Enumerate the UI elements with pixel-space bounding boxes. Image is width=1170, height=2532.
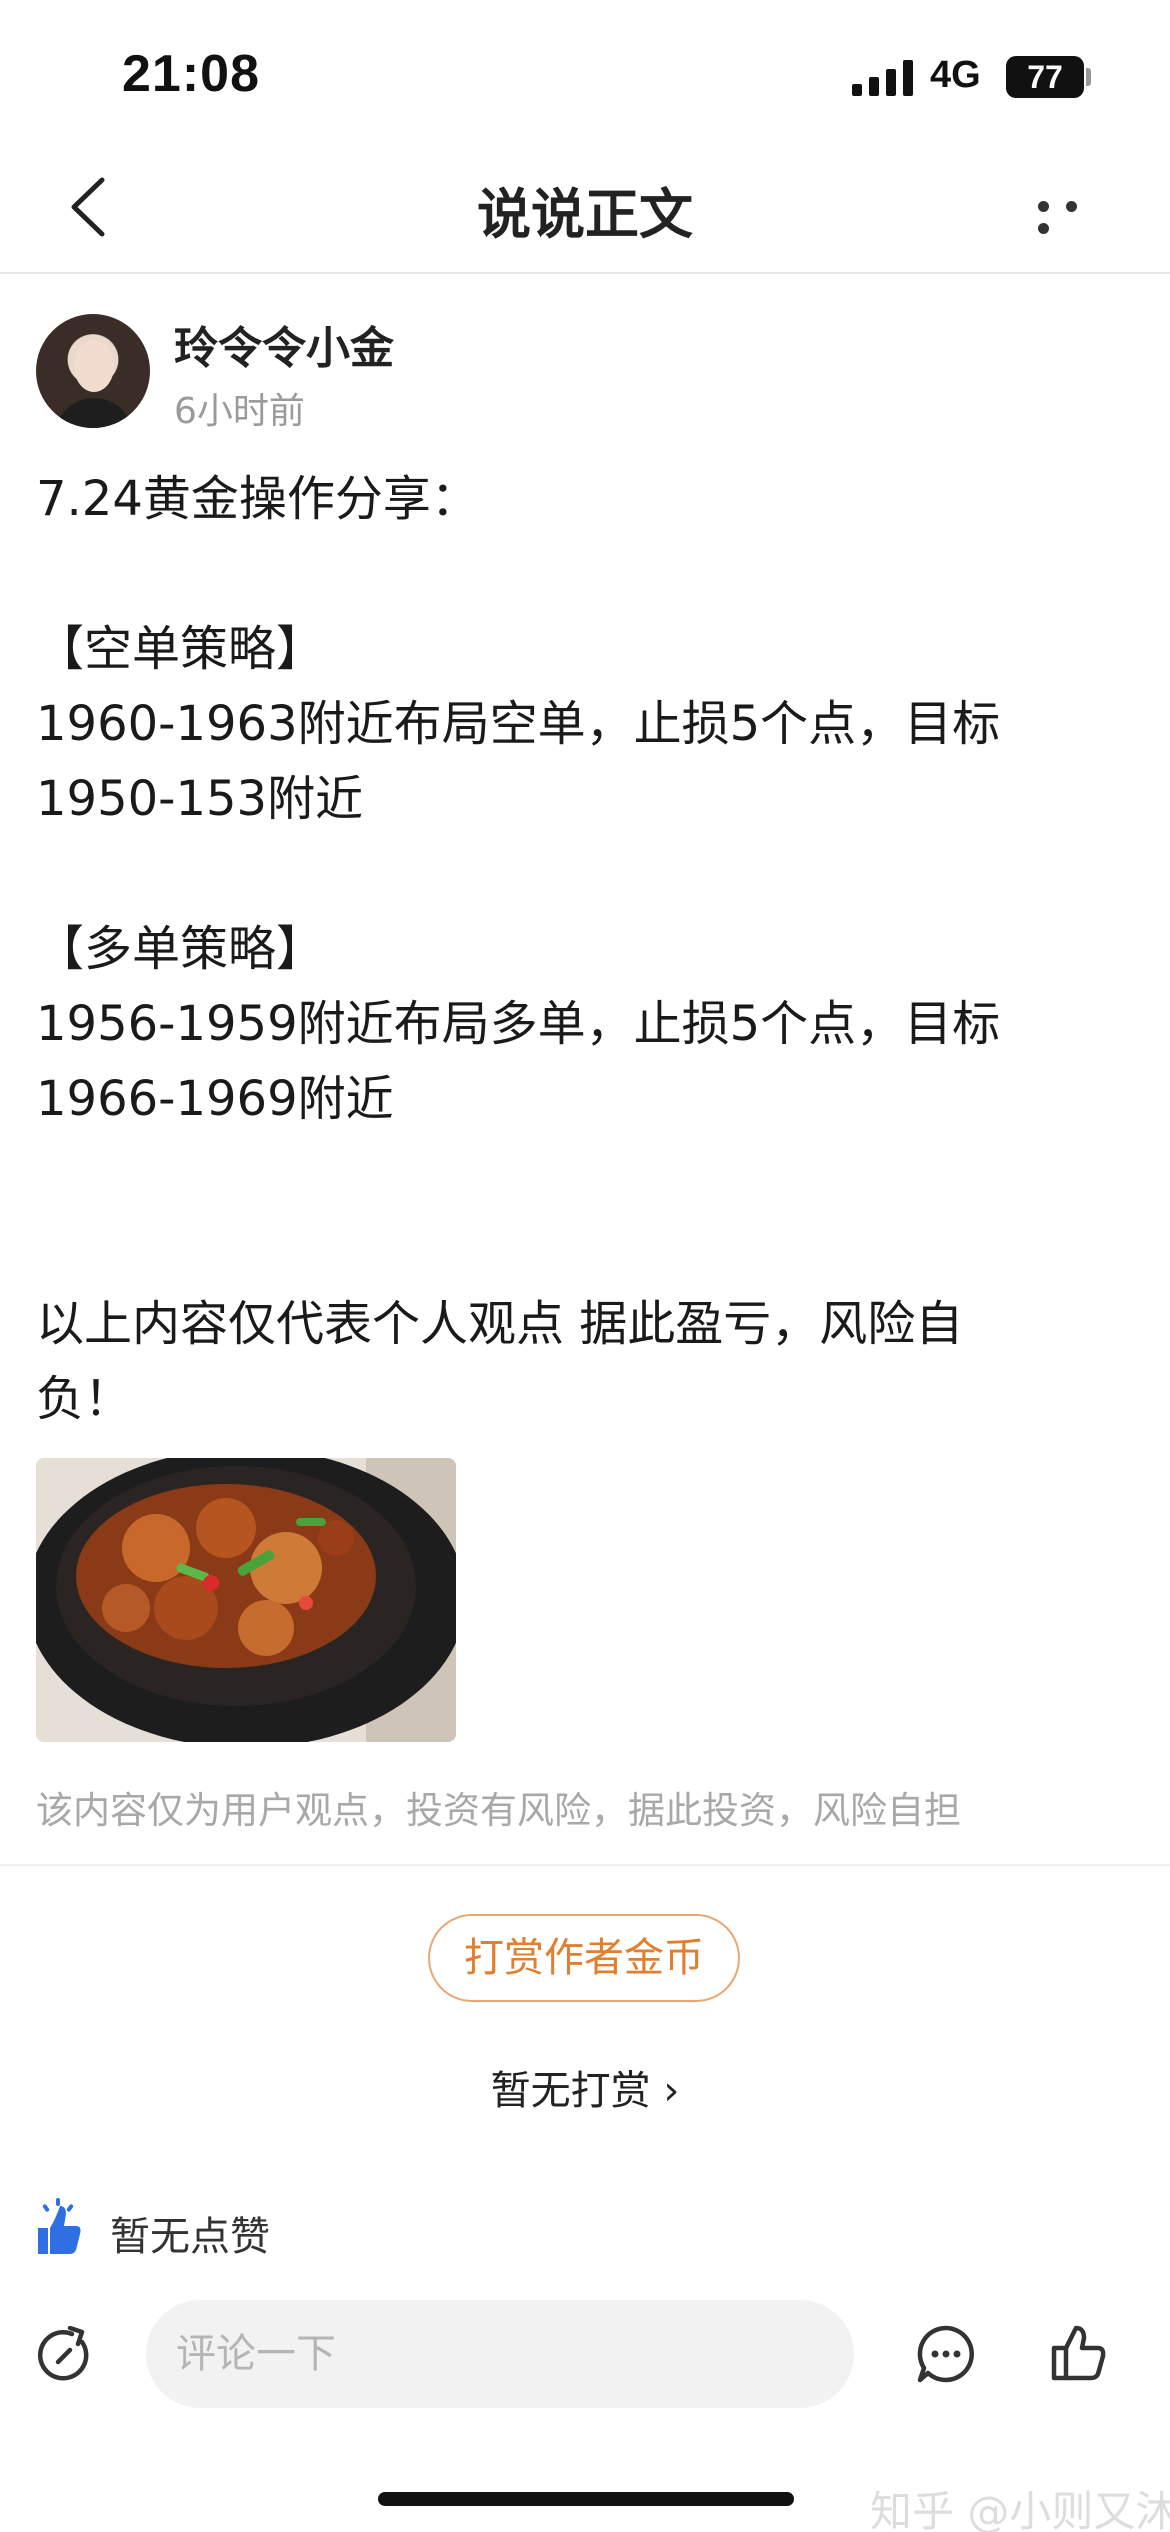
share-icon[interactable] xyxy=(36,2326,94,2384)
post-image[interactable] xyxy=(36,1458,456,1742)
network-label: 4G xyxy=(930,54,981,96)
page-title: 说说正文 xyxy=(477,183,693,246)
message-icon[interactable] xyxy=(916,2324,976,2384)
post-line: 1966-1969附近 xyxy=(36,1071,394,1127)
post-content: 7.24黄金操作分享： 【空单策略】 1960-1963附近布局空单，止损5个点… xyxy=(36,462,1136,1437)
signal-icon xyxy=(852,60,913,96)
post-line: 1960-1963附近布局空单，止损5个点，目标 xyxy=(36,696,1001,752)
avatar[interactable] xyxy=(36,314,150,428)
reward-author-button[interactable]: 打赏作者金币 xyxy=(428,1914,740,2002)
status-bar: 21:08 4G 77 xyxy=(0,0,1170,140)
post-time: 6小时前 xyxy=(174,391,305,432)
investment-disclaimer: 该内容仅为用户观点，投资有风险，据此投资，风险自担 xyxy=(36,1789,961,1832)
battery-tip xyxy=(1086,68,1091,86)
thumb-up-icon[interactable] xyxy=(1050,2320,1108,2382)
battery-icon: 77 xyxy=(1006,56,1084,98)
reward-status-link[interactable]: 暂无打赏 › xyxy=(0,2058,1170,2116)
post-line: 【多单策略】 xyxy=(36,921,325,977)
post-line: 【空单策略】 xyxy=(36,621,325,677)
post-line: 1956-1959附近布局多单，止损5个点，目标 xyxy=(36,996,1001,1052)
like-status: 暂无点赞 xyxy=(110,2214,270,2260)
post-detail-page: 21:08 4G 77 说说正文 玲令令小金 6小时前 7.24黄金操作分享： … xyxy=(0,0,1170,2532)
watermark: 知乎 @小则又沐风 xyxy=(870,2487,1170,2532)
post-line: 负！ xyxy=(36,1371,133,1427)
post-line: 以上内容仅代表个人观点 据此盈亏，风险自 xyxy=(36,1296,964,1352)
post-line: 7.24黄金操作分享： xyxy=(36,471,479,527)
author-name[interactable]: 玲令令小金 xyxy=(174,312,394,376)
more-options-icon[interactable] xyxy=(1038,194,1114,234)
divider xyxy=(0,1864,1170,1866)
comment-input[interactable] xyxy=(146,2300,854,2408)
nav-bar: 说说正文 xyxy=(0,140,1170,274)
status-time: 21:08 xyxy=(122,45,260,103)
like-hand-icon xyxy=(38,2198,81,2254)
post-line: 1950-153附近 xyxy=(36,771,364,827)
home-indicator xyxy=(378,2492,794,2506)
